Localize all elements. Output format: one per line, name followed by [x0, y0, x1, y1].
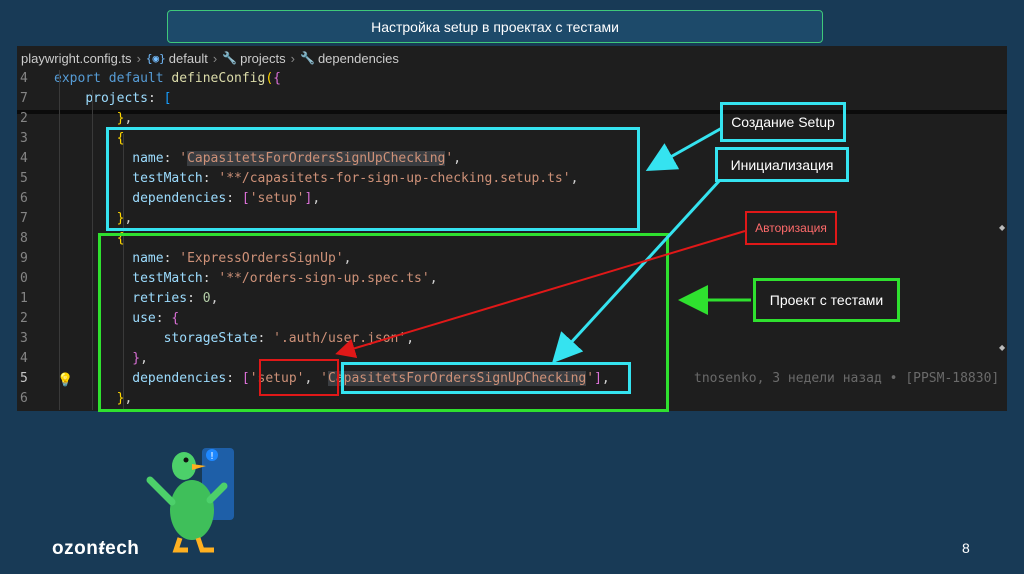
line-number: 3: [20, 331, 28, 346]
line-number: 7: [20, 211, 28, 226]
code-token: :: [147, 91, 164, 106]
wrench-icon: 🔧: [300, 51, 315, 65]
chevron-right-icon: ›: [136, 50, 141, 66]
line-number: 3: [20, 131, 28, 146]
line-number: 6: [20, 391, 28, 406]
breadcrumb-default[interactable]: default: [169, 51, 208, 66]
breadcrumb-projects[interactable]: projects: [240, 51, 286, 66]
line-number: 0: [20, 271, 28, 286]
breadcrumb: playwright.config.ts › {◉} default › 🔧 p…: [17, 46, 1007, 70]
code-line[interactable]: 2 },: [17, 109, 1007, 129]
line-number: 1: [20, 291, 28, 306]
line-number: 7: [20, 91, 28, 106]
chevron-right-icon: ›: [212, 50, 218, 66]
line-number: 4: [20, 351, 28, 366]
setup-project-box: [106, 127, 640, 231]
ozon-tech-logo: ozonŧech: [52, 538, 140, 559]
code-token: (: [265, 71, 274, 86]
line-number: 2: [20, 311, 28, 326]
page-number: 8: [962, 540, 970, 556]
code-line[interactable]: 4 export default defineConfig({: [17, 69, 1007, 89]
code-token: {: [273, 71, 281, 86]
code-text: export default defineConfig({: [54, 69, 281, 89]
line-number: 2: [20, 111, 28, 126]
scroll-marker: ◆: [999, 223, 1006, 232]
code-token: export default: [54, 71, 172, 86]
line-number: 4: [20, 151, 28, 166]
line-number: 5: [20, 171, 28, 186]
breadcrumb-file[interactable]: playwright.config.ts: [21, 51, 132, 66]
scroll-marker: ◆: [999, 343, 1006, 352]
capasitets-dependency-box: [341, 362, 631, 394]
initialization-label: Инициализация: [715, 147, 849, 182]
authorization-label: Авторизация: [745, 211, 837, 245]
chevron-right-icon: ›: [290, 50, 295, 66]
duck-mascot-image: !: [146, 448, 234, 553]
wrench-icon: 🔧: [222, 51, 238, 65]
code-text: },: [54, 109, 133, 129]
line-number: 9: [20, 251, 28, 266]
git-blame-annotation: tnosenko, 3 недели назад • [PPSM-18830]: [694, 371, 1000, 386]
line-number: 4: [20, 71, 28, 86]
line-number: 8: [20, 231, 28, 246]
slide-title: Настройка setup в проектах с тестами: [167, 10, 823, 43]
code-token: defineConfig: [171, 71, 266, 86]
setup-dependency-box: [259, 359, 339, 396]
test-project-label: Проект с тестами: [753, 278, 900, 322]
code-token: [: [163, 91, 172, 106]
setup-creation-label: Создание Setup: [720, 102, 846, 142]
code-text: projects: [: [54, 89, 171, 109]
code-token: ,: [124, 111, 133, 126]
svg-text:!: !: [210, 451, 214, 462]
line-number: 5: [20, 371, 28, 386]
symbol-object-icon: {◉}: [145, 51, 166, 65]
line-number: 6: [20, 191, 28, 206]
breadcrumb-dependencies[interactable]: dependencies: [318, 51, 399, 66]
code-line[interactable]: 7 projects: [: [17, 89, 1007, 109]
code-token: projects: [85, 91, 148, 106]
